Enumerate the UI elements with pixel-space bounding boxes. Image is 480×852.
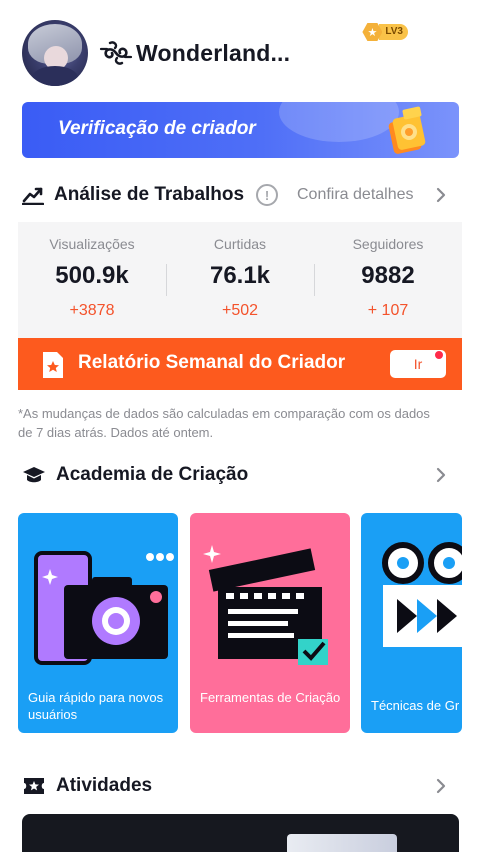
level-badge[interactable]: ★ LV3 <box>362 22 408 42</box>
avatar[interactable] <box>22 20 88 86</box>
weekly-report-bar[interactable]: Relatório Semanal do Criador Ir <box>18 338 462 390</box>
clapperboard-icon <box>203 545 328 665</box>
stat-label: Curtidas <box>213 236 267 252</box>
username: Wonderland... <box>136 39 291 66</box>
stat-delta: +502 <box>221 302 259 319</box>
notification-dot <box>434 350 444 360</box>
chevron-right-icon[interactable] <box>434 186 448 204</box>
stat-value: 9882 <box>361 262 415 289</box>
chevron-right-icon[interactable] <box>434 466 448 484</box>
academy-header[interactable]: Academia de Criação <box>22 460 462 490</box>
chevron-right-icon[interactable] <box>434 777 448 795</box>
analysis-title: Análise de Trabalhos <box>54 184 245 205</box>
ticket-star-icon <box>24 778 44 794</box>
activity-thumbnail <box>287 834 397 852</box>
data-note: *As mudanças de dados são calculadas em … <box>18 406 430 440</box>
activities-banner[interactable] <box>22 814 459 852</box>
analysis-header: Análise de Trabalhos ! Confira detalhes <box>22 180 462 210</box>
academy-card-quick-guide[interactable]: Guia rápido para novos usuários <box>18 513 178 733</box>
stat-label: Visualizações <box>49 236 135 252</box>
level-label: LV3 <box>379 24 408 40</box>
info-icon[interactable]: ! <box>256 184 278 206</box>
camera-phone-icon <box>34 551 174 665</box>
activities-title: Atividades <box>56 775 153 796</box>
stats-panel: Visualizações 500.9k +3878 Curtidas 76.1… <box>18 222 462 338</box>
activities-header[interactable]: Atividades <box>22 771 462 801</box>
report-document-icon <box>43 352 63 378</box>
details-link[interactable]: Confira detalhes <box>297 186 414 204</box>
card-label: Ferramentas de Criação <box>200 690 341 705</box>
film-reel-icon <box>382 542 462 647</box>
creator-verification-banner[interactable]: Verificação de criador <box>22 102 459 158</box>
stat-delta: + 107 <box>367 302 409 319</box>
graduation-cap-icon <box>23 467 45 483</box>
stat-value: 500.9k <box>55 262 129 289</box>
card-label: Técnicas de Gr <box>371 698 460 713</box>
trend-chart-icon <box>22 187 44 205</box>
stat-value: 76.1k <box>209 262 271 289</box>
banner-text: Verificação de criador <box>58 118 256 139</box>
card-label: Guia rápido para novos usuários <box>28 690 164 722</box>
academy-card-tools[interactable]: Ferramentas de Criação <box>190 513 350 733</box>
username-row[interactable]: Wonderland... <box>98 37 290 69</box>
coin-icon <box>388 106 426 154</box>
swirl-icon <box>99 41 133 65</box>
academy-card-techniques[interactable]: Técnicas de Gr <box>361 513 462 733</box>
stat-label: Seguidores <box>352 236 424 252</box>
report-text: Relatório Semanal do Criador <box>78 352 346 373</box>
stat-delta: +3878 <box>69 302 115 319</box>
academy-title: Academia de Criação <box>56 464 249 485</box>
